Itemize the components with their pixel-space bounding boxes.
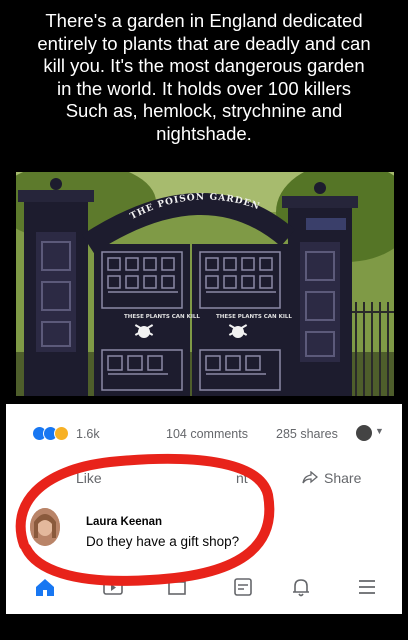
like-button[interactable]: Like [76,470,102,486]
caption-line: entirely to plants that are deadly and c… [37,32,371,54]
avatar-portrait-icon [30,508,60,546]
share-arrow-icon [302,471,318,484]
reaction-count[interactable]: 1.6k [76,427,100,441]
marketplace-icon[interactable] [166,576,188,603]
meme-caption: There's a garden in England dedicated en… [8,10,400,145]
share-button[interactable]: Share [302,470,361,486]
bottom-tab-bar [6,574,402,610]
reaction-icons[interactable] [32,426,69,444]
sign-right-text: THESE PLANTS CAN KILL [216,314,292,320]
chevron-down-icon[interactable]: ▼ [375,426,384,436]
notifications-bell-icon[interactable] [290,576,312,603]
commenter-avatar[interactable] [30,508,60,546]
caption-line: Such as, hemlock, strychnine and [65,100,343,121]
sign-left-text: THESE PLANTS CAN KILL [124,314,200,320]
groups-icon[interactable] [232,576,254,603]
post-stats-bar: 1.6k 104 comments 285 shares ▼ [6,425,402,448]
facebook-post-card: 1.6k 104 comments 285 shares ▼ Like nt S… [6,404,402,614]
comment-button[interactable]: nt [236,470,248,486]
poison-garden-photo: THE POISON GARDEN THESE PLANTS CAN KILL … [16,172,394,396]
caption-line: in the world. It holds over 100 killers [56,77,352,99]
shares-count-link[interactable]: 285 shares [276,427,338,441]
commenter-name[interactable]: Laura Keenan [86,516,162,528]
comment-item: Laura Keenan Do they have a gift shop? [6,502,402,562]
watch-icon[interactable] [102,576,124,603]
gate-illustration: THE POISON GARDEN THESE PLANTS CAN KILL … [16,172,394,396]
wow-reaction-icon [54,426,69,441]
comments-count-link[interactable]: 104 comments [166,427,248,441]
home-icon[interactable] [34,576,56,603]
caption-line: There's a garden in England dedicated [45,10,363,31]
post-actions-bar: Like nt Share [6,466,402,492]
menu-icon[interactable] [356,576,378,603]
caption-line: kill you. It's the most dangerous garden [43,55,365,76]
share-label: Share [324,470,362,486]
profile-avatar-icon[interactable] [356,425,372,441]
comment-text: Do they have a gift shop? [86,534,240,549]
caption-line: nightshade. [156,122,252,144]
